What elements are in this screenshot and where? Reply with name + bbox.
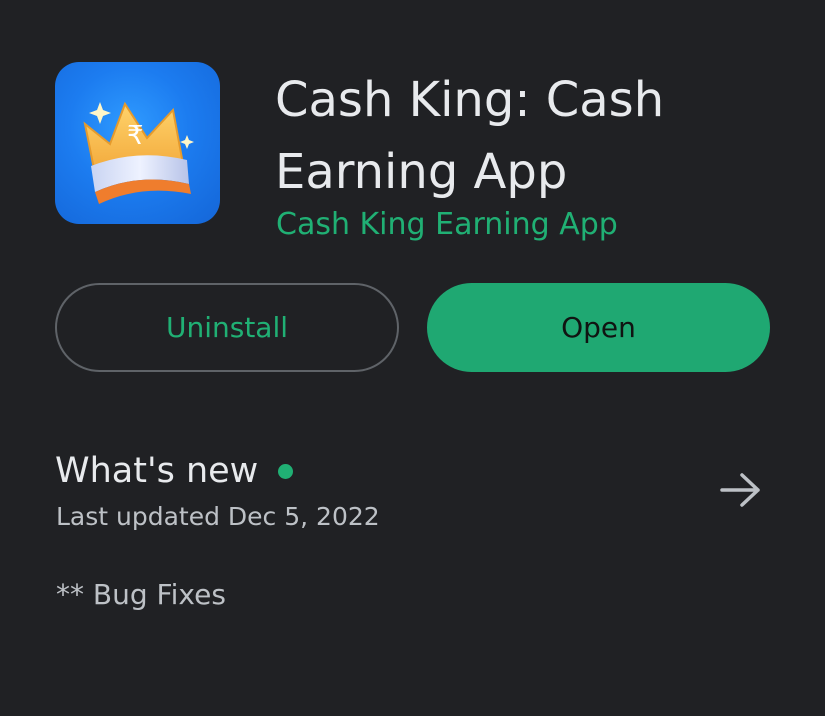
last-updated-text: Last updated Dec 5, 2022 [56,502,380,531]
crown-icon: ₹ [83,101,194,204]
release-notes: ** Bug Fixes [56,578,226,611]
arrow-right-icon[interactable] [718,470,764,510]
svg-text:₹: ₹ [127,121,144,151]
developer-link[interactable]: Cash King Earning App [276,205,618,245]
open-button[interactable]: Open [427,283,770,372]
uninstall-button[interactable]: Uninstall [55,283,399,372]
app-title: Cash King: Cash Earning App [275,72,665,200]
whats-new-label: What's new [55,451,259,491]
whats-new-heading[interactable]: What's new [55,448,294,494]
app-icon: ₹ [55,62,220,224]
new-indicator-dot [278,463,294,479]
